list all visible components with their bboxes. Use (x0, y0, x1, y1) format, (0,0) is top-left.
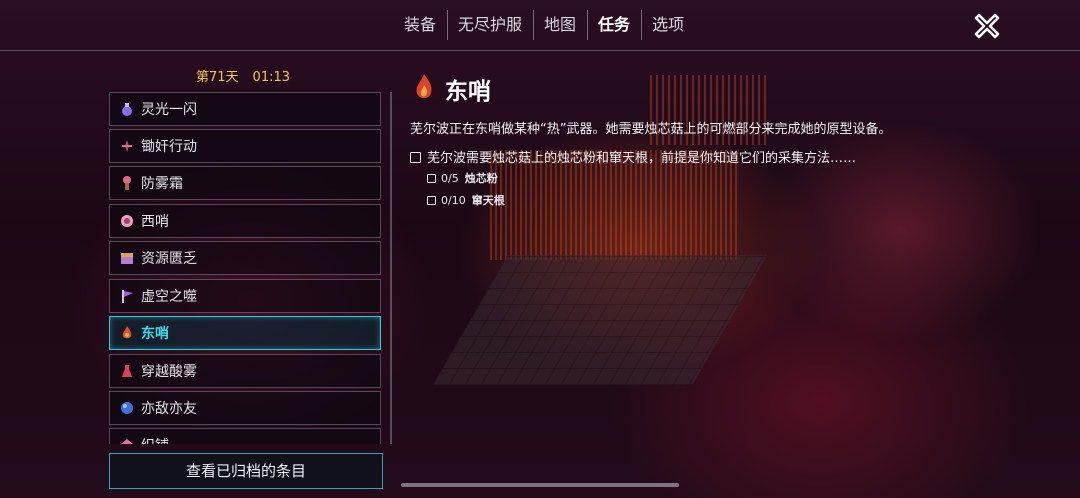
quest-description: 芜尔波正在东哨做某种“热”武器。她需要烛芯菇上的可燃部分来完成她的原型设备。 (410, 122, 892, 137)
quest-item-label: 穿越酸雾 (141, 364, 197, 380)
flag-icon (122, 290, 133, 303)
quest-item[interactable]: 灵光一闪 (109, 92, 381, 126)
sub-objective-name: 烛芯粉 (464, 172, 498, 185)
quest-list: 灵光一闪 锄奸行动 防雾霜 西哨 资源匮乏 虚空之噬 东哨 穿越酸雾 亦敌亦友 … (109, 91, 383, 444)
close-x-icon (974, 13, 1000, 39)
checkbox-icon (427, 174, 436, 183)
quest-item-label: 防雾霜 (141, 176, 183, 192)
quest-item[interactable]: 穿越酸雾 (109, 354, 381, 388)
quest-item-label: 锄奸行动 (141, 139, 197, 155)
quest-title: 东哨 (445, 79, 491, 105)
quest-item-label: 灵光一闪 (141, 102, 197, 118)
home-indicator-bar (401, 483, 679, 487)
torch-icon (123, 176, 131, 190)
dagger-icon (122, 140, 132, 152)
tab-equipment[interactable]: 装备 (393, 6, 447, 44)
flame-icon (122, 326, 132, 339)
checkbox-icon (410, 152, 421, 163)
quest-item[interactable]: 虚空之噬 (109, 279, 381, 313)
quest-item-label: 东哨 (141, 326, 169, 342)
sub-objective-progress: 0/10 (441, 194, 466, 207)
tab-bar: 装备 无尽护服 地图 任务 选项 (393, 6, 695, 44)
quest-item-label: 西哨 (141, 214, 169, 230)
tiled-floor-decoration (432, 255, 768, 385)
quest-item[interactable]: 资源匮乏 (109, 241, 381, 275)
potion-icon (122, 103, 132, 116)
tab-options[interactable]: 选项 (641, 6, 695, 44)
quest-item[interactable]: 防雾霜 (109, 166, 381, 200)
day-counter: 第71天 (196, 70, 239, 85)
checkbox-icon (427, 196, 436, 205)
tab-quests[interactable]: 任务 (587, 6, 641, 44)
quest-item-active[interactable]: 东哨 (109, 316, 381, 350)
game-clock: 01:13 (252, 70, 291, 85)
sub-objective: 0/10 窜天根 (427, 192, 505, 208)
gem-icon (121, 439, 133, 444)
top-navigation: 装备 无尽护服 地图 任务 选项 (0, 0, 1080, 51)
quest-item-label: 资源匮乏 (141, 251, 197, 267)
close-button[interactable] (970, 9, 1004, 43)
quest-item-label: 织铺 (141, 429, 169, 444)
flask-icon (122, 365, 132, 377)
fire-pillars-decoration (490, 150, 740, 260)
tab-map[interactable]: 地图 (533, 6, 587, 44)
quest-item[interactable]: 锄奸行动 (109, 129, 381, 163)
objective-text: 芜尔波需要烛芯菇上的烛芯粉和窜天根，前提是你知道它们的采集方法…… (427, 151, 857, 166)
crystal-icon (121, 215, 133, 227)
quest-item[interactable]: 亦敌亦友 (109, 391, 381, 425)
sub-objective: 0/5 烛芯粉 (427, 170, 498, 186)
flame-icon (416, 74, 432, 99)
quest-objective: 芜尔波需要烛芯菇上的烛芯粉和窜天根，前提是你知道它们的采集方法…… (410, 147, 856, 166)
sub-objective-progress: 0/5 (441, 172, 459, 185)
orb-icon (121, 402, 133, 414)
quest-item-label: 亦敌亦友 (141, 401, 197, 417)
view-archived-button[interactable]: 查看已归档的条目 (109, 453, 383, 489)
day-time-display: 第71天 01:13 (196, 66, 290, 85)
sub-objective-name: 窜天根 (471, 194, 505, 207)
tab-endless-suit[interactable]: 无尽护服 (447, 6, 533, 44)
quest-list-scrollbar[interactable] (390, 92, 392, 444)
quest-item-label: 虚空之噬 (141, 289, 197, 305)
quest-item[interactable]: 西哨 (109, 204, 381, 238)
quest-item[interactable]: 织铺 (109, 428, 381, 444)
chest-icon (121, 253, 133, 264)
